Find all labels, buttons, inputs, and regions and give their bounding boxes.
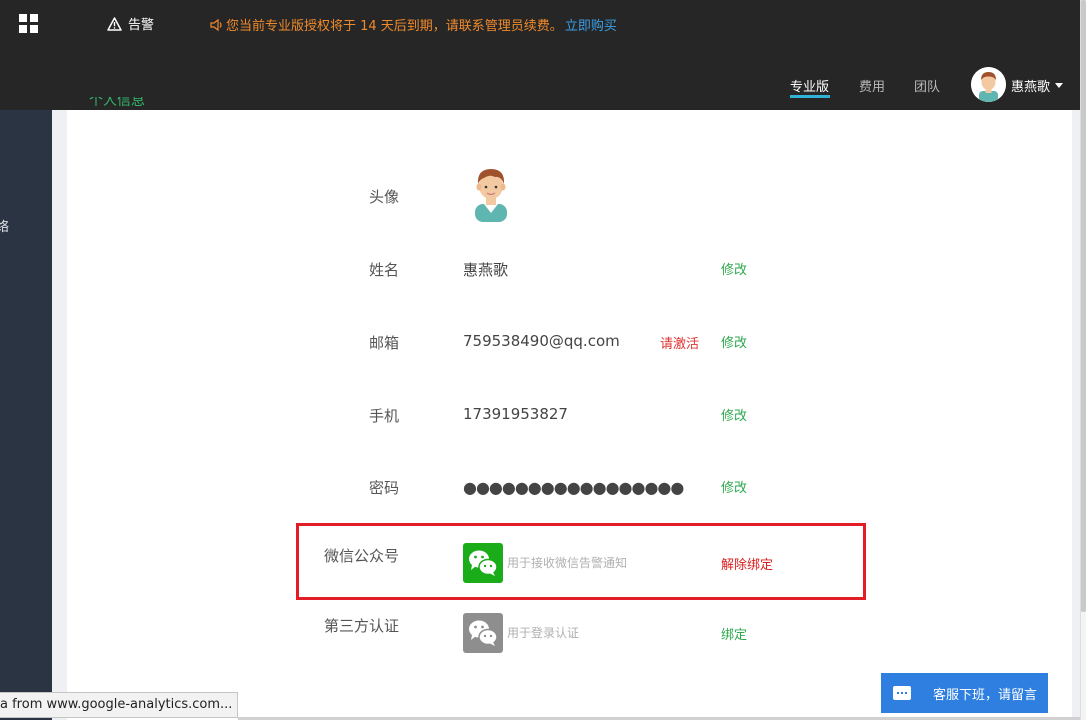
sidebar: 络 [0, 110, 52, 720]
profile-avatar[interactable] [470, 166, 512, 222]
wechat-label: 微信公众号 [323, 547, 399, 565]
thirdparty-bind-link[interactable]: 绑定 [721, 624, 747, 643]
avatar-label: 头像 [368, 188, 399, 206]
app-grid-icon[interactable] [19, 14, 38, 33]
active-tab-indicator [790, 95, 830, 98]
thirdparty-label: 第三方认证 [323, 617, 399, 635]
password-value: ●●●●●●●●●●●●●●●●● [463, 478, 684, 497]
name-label: 姓名 [368, 261, 399, 279]
username[interactable]: 惠燕歌 [1011, 76, 1050, 95]
edit-phone-link[interactable]: 修改 [721, 405, 747, 424]
support-chat-button[interactable]: 客服下班，请留言 [881, 673, 1048, 713]
edit-name-link[interactable]: 修改 [721, 259, 747, 278]
buy-now-link[interactable]: 立即购买 [565, 15, 617, 34]
password-label: 密码 [368, 479, 399, 497]
scrollbar-thumb[interactable] [1081, 0, 1086, 612]
license-notice: 您当前专业版授权将于 14 天后到期，请联系管理员续费。 立即购买 [209, 15, 617, 34]
section-title: 个人信息 [89, 97, 145, 109]
chevron-down-icon[interactable] [1055, 83, 1063, 88]
warning-icon [107, 16, 122, 31]
nav-tab-cost[interactable]: 费用 [859, 76, 885, 95]
nav-tab-team[interactable]: 团队 [914, 76, 940, 95]
edit-email-link[interactable]: 修改 [721, 332, 747, 351]
top-bar: 告警 您当前专业版授权将于 14 天后到期，请联系管理员续费。 立即购买 专业版… [0, 0, 1080, 110]
wechat-login-icon [463, 613, 503, 653]
edit-password-link[interactable]: 修改 [721, 477, 747, 496]
speaker-icon [210, 18, 222, 31]
email-value: 759538490@qq.com [463, 332, 620, 350]
phone-label: 手机 [368, 407, 399, 425]
alarm-button[interactable]: 告警 [107, 14, 154, 33]
sidebar-item-label[interactable]: 络 [0, 216, 9, 235]
wechat-icon [463, 543, 503, 583]
name-value: 惠燕歌 [463, 261, 509, 279]
status-bar-url: a from www.google-analytics.com... [0, 692, 238, 718]
chat-bubble-icon [893, 686, 911, 700]
thirdparty-hint: 用于登录认证 [507, 626, 580, 640]
notice-text: 您当前专业版授权将于 14 天后到期，请联系管理员续费。 [226, 19, 563, 34]
email-label: 邮箱 [368, 334, 399, 352]
email-activate-status[interactable]: 请激活 [660, 333, 699, 352]
wechat-hint: 用于接收微信告警通知 [507, 556, 628, 570]
user-avatar[interactable] [971, 67, 1006, 102]
phone-value: 17391953827 [463, 405, 568, 423]
wechat-unbind-link[interactable]: 解除绑定 [721, 554, 773, 573]
support-label: 客服下班，请留言 [933, 687, 1038, 703]
nav-tab-pro[interactable]: 专业版 [790, 76, 829, 95]
alarm-label: 告警 [128, 18, 155, 33]
